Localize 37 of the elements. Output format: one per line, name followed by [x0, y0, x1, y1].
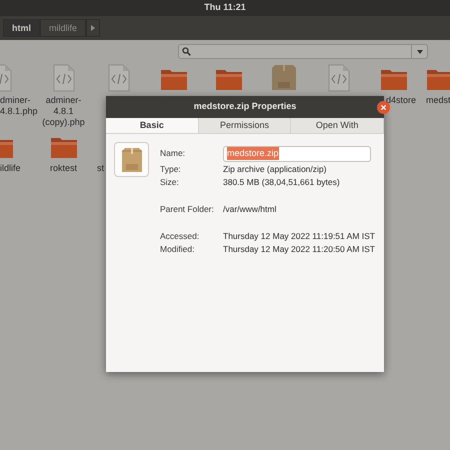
- tab[interactable]: Open With: [291, 118, 384, 133]
- field-label: Type:: [160, 163, 182, 176]
- search-icon: [182, 47, 191, 56]
- field-value: Thursday 12 May 2022 11:19:51 AM IST: [223, 230, 375, 243]
- tab[interactable]: Basic: [106, 118, 199, 133]
- file-name: roktest: [50, 163, 77, 174]
- folder-icon: [380, 67, 408, 91]
- file-name: st: [97, 163, 104, 174]
- code-file-icon: [52, 64, 74, 92]
- field-label: Parent Folder:: [160, 203, 215, 216]
- field-label: Name:: [160, 147, 186, 160]
- path-segment[interactable]: html: [3, 19, 40, 37]
- file-name: adminer- 4.8.1 (copy).php: [42, 95, 85, 128]
- field-label: Modified:: [160, 243, 196, 256]
- field-value: Zip archive (application/zip): [223, 163, 326, 176]
- code-file-icon: [328, 64, 350, 92]
- folder-icon: [426, 67, 450, 91]
- search-field[interactable]: [178, 44, 428, 59]
- clock: Thu 11:21: [204, 1, 246, 14]
- dialog-title: medstore.zip Properties: [194, 100, 296, 114]
- field-value: 380.5 MB (38,04,51,661 bytes): [223, 176, 340, 189]
- folder-icon: [214, 67, 242, 91]
- package-icon: [270, 64, 296, 91]
- field-value: /var/www/html: [223, 203, 276, 216]
- file-name: d4store: [386, 95, 416, 106]
- dropdown-caret-icon[interactable]: [416, 50, 422, 54]
- folder-icon: [160, 67, 188, 91]
- field-value: Thursday 12 May 2022 11:20:50 AM IST: [223, 243, 375, 256]
- file-name: ildlife: [0, 163, 21, 174]
- tab[interactable]: Permissions: [198, 118, 292, 133]
- file-name: dminer- 4.8.1.php: [0, 95, 38, 117]
- package-icon: [120, 146, 144, 172]
- next-arrow-icon[interactable]: [91, 25, 96, 31]
- folder-icon: [50, 135, 78, 159]
- field-label: Accessed:: [160, 230, 200, 243]
- code-file-icon: [108, 64, 130, 92]
- field-label: Size:: [160, 176, 180, 189]
